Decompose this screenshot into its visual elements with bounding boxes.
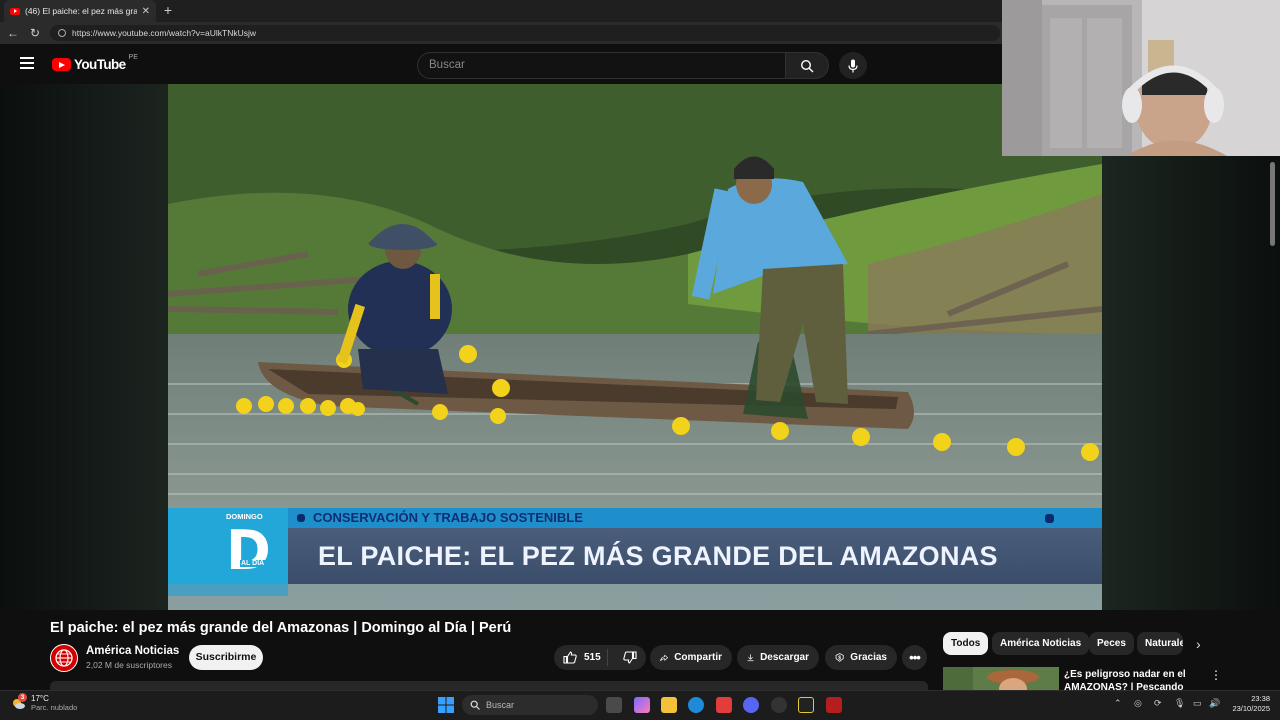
globe-logo-icon (55, 649, 73, 667)
clock-date: 23/10/2025 (1232, 704, 1270, 713)
country-code: PE (128, 54, 138, 61)
microphone-icon[interactable]: 🎙 (1174, 698, 1185, 709)
temperature: 17°C (31, 694, 49, 703)
share-label: Compartir (674, 652, 722, 663)
like-count: 515 (584, 652, 601, 663)
svg-text:$: $ (838, 655, 841, 661)
partly-cloudy-icon: 3 (10, 693, 27, 711)
subscriber-count: 2,02 M de suscriptores (86, 660, 172, 670)
tab-title: (46) El paiche: el pez más grande (25, 6, 137, 16)
url-field[interactable]: https://www.youtube.com/watch?v=aUlkTNkU… (50, 25, 1000, 41)
subscribe-button[interactable]: Suscribirme (189, 645, 263, 670)
recommended-video-thumbnail[interactable] (943, 667, 1059, 692)
voice-search-button[interactable] (839, 52, 867, 79)
search-input[interactable]: Buscar (417, 52, 786, 79)
weather-widget[interactable]: 3 17°C Parc. nublado (10, 693, 78, 712)
webcam-overlay (1002, 0, 1280, 156)
player-right-margin (1102, 156, 1280, 610)
new-tab-button[interactable]: + (160, 2, 176, 18)
youtube-wordmark: YouTube (74, 57, 126, 72)
clock-time: 23:38 (1251, 694, 1270, 703)
copilot-icon[interactable] (634, 697, 650, 713)
back-arrow-icon[interactable]: ← (6, 26, 20, 40)
chip-todos[interactable]: Todos (943, 632, 989, 655)
notification-badge: 3 (18, 693, 27, 702)
dota-game-icon[interactable] (826, 697, 842, 713)
thumbs-up-icon (563, 651, 577, 664)
browser-tab[interactable]: (46) El paiche: el pez más grande ✕ (4, 0, 156, 22)
page-scrollbar[interactable] (1270, 162, 1275, 246)
wps-office-icon[interactable] (716, 697, 732, 713)
chip-naturaleza[interactable]: Naturaleza (1137, 632, 1183, 655)
taskbar-search[interactable]: Buscar (462, 695, 598, 715)
thumbs-down-icon (623, 651, 637, 664)
channel-name[interactable]: América Noticias (86, 645, 179, 657)
youtube-play-icon (52, 58, 71, 71)
edge-browser-icon[interactable] (688, 697, 704, 713)
search-icon (470, 700, 480, 710)
search-button[interactable] (785, 52, 829, 79)
overlay-kicker: CONSERVACIÓN Y TRABAJO SOSTENIBLE (288, 508, 1102, 528)
taskbar-search-placeholder: Buscar (486, 700, 515, 710)
tray-app-icon[interactable]: ◎ (1134, 698, 1142, 709)
chevron-right-icon[interactable]: › (1196, 636, 1201, 652)
thanks-button[interactable]: $ Gracias (825, 645, 897, 670)
logo-letter: D (226, 519, 271, 582)
hamburger-menu-icon[interactable] (20, 57, 34, 69)
video-title: El paiche: el pez más grande del Amazona… (50, 620, 512, 636)
dislike-button[interactable] (614, 651, 646, 664)
site-info-icon[interactable] (58, 29, 66, 37)
sync-icon[interactable]: ⟳ (1154, 698, 1162, 709)
discord-icon[interactable] (743, 697, 759, 713)
task-view-icon[interactable] (606, 697, 622, 713)
microphone-icon (848, 59, 858, 72)
channel-avatar[interactable] (50, 644, 78, 672)
download-button[interactable]: Descargar (737, 645, 819, 670)
super-thanks-icon: $ (835, 653, 844, 662)
thanks-label: Gracias (850, 652, 887, 663)
volume-icon[interactable]: 🔊 (1209, 698, 1220, 709)
chip-peces[interactable]: Peces (1089, 632, 1134, 655)
more-actions-button[interactable]: ••• (902, 645, 927, 670)
reload-icon[interactable]: ↻ (28, 26, 42, 40)
overlay-footer-strip (168, 584, 1102, 610)
share-arrow-icon (660, 654, 668, 661)
youtube-favicon-icon (10, 7, 20, 15)
overlay-headline: EL PAICHE: EL PEZ MÁS GRANDE DEL AMAZONA… (288, 528, 1102, 584)
like-button[interactable]: 515 (554, 649, 608, 666)
medal-app-icon[interactable] (798, 697, 814, 713)
download-label: Descargar (760, 652, 809, 663)
file-explorer-icon[interactable] (661, 697, 677, 713)
player-left-margin (0, 84, 168, 610)
chevron-up-icon[interactable]: ⌃ (1114, 698, 1122, 709)
logo-tag: AL DÍA (240, 560, 266, 567)
url-text: https://www.youtube.com/watch?v=aUlkTNkU… (72, 28, 256, 38)
share-button[interactable]: Compartir (650, 645, 732, 670)
chip-america-noticias[interactable]: América Noticias (992, 632, 1090, 655)
obs-studio-icon[interactable] (771, 697, 787, 713)
recommended-video-title[interactable]: ¿Es peligroso nadar en el AMAZONAS? | Pe… (1064, 668, 1194, 692)
domingo-al-dia-logo: DOMINGO D AL DÍA (168, 508, 288, 596)
network-icon[interactable]: ▭ (1193, 698, 1202, 709)
like-dislike-group: 515 (554, 645, 646, 670)
windows-start-icon[interactable] (438, 697, 454, 713)
weather-condition: Parc. nublado (31, 703, 78, 712)
kebab-menu-icon[interactable]: ⋮ (1210, 668, 1222, 682)
thumbnail-image (943, 667, 1059, 692)
system-clock[interactable]: 23:38 23/10/2025 (1228, 694, 1270, 714)
search-icon (800, 59, 814, 72)
download-icon (747, 654, 754, 662)
tab-close-icon[interactable]: ✕ (142, 6, 150, 17)
youtube-logo[interactable]: YouTube PE (52, 54, 138, 72)
webcam-scene (1002, 0, 1280, 156)
